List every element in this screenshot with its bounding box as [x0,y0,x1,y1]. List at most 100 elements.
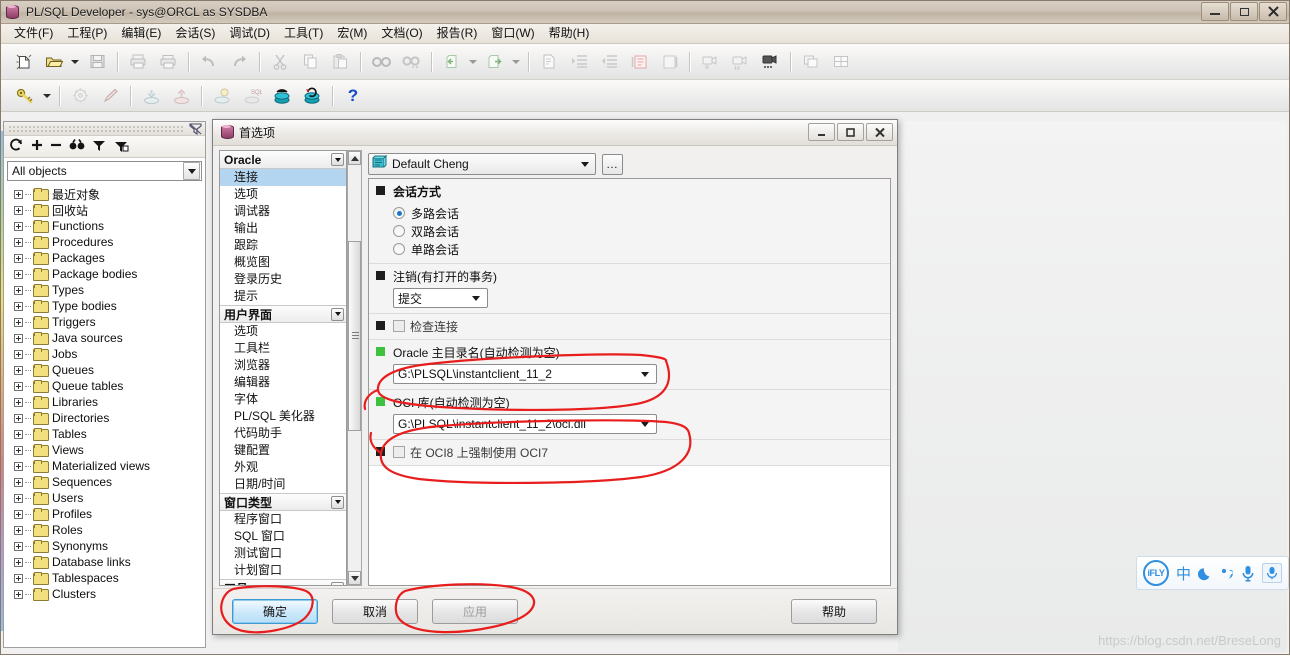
session-select[interactable]: Default Cheng [368,153,596,175]
nav-group-用户界面[interactable]: 用户界面 [220,305,346,323]
open-dropdown-icon[interactable] [69,49,80,75]
nav-item[interactable]: 输出 [220,220,346,237]
chevron-down-icon[interactable] [331,582,344,587]
chevron-down-icon[interactable] [581,162,589,167]
chevron-down-icon[interactable] [183,162,200,180]
microphone-icon[interactable] [1241,565,1255,582]
menu-window[interactable]: 窗口(W) [484,24,541,43]
chevron-down-icon[interactable] [331,153,344,166]
nav-item[interactable]: 选项 [220,186,346,203]
menu-project[interactable]: 工程(P) [60,24,114,43]
expand-icon[interactable] [14,510,23,519]
next-document-dropdown-icon[interactable] [510,49,521,75]
force-oci7-checkbox[interactable]: 在 OCI8 上强制使用 OCI7 [393,444,882,460]
tree-node[interactable]: Types [4,282,205,298]
redo-icon[interactable] [226,49,252,75]
nav-item[interactable]: 连接 [220,169,346,186]
menu-macro[interactable]: 宏(M) [330,24,374,43]
comment-icon[interactable] [626,49,652,75]
expand-icon[interactable] [14,286,23,295]
next-document-icon[interactable] [482,49,508,75]
connect-session-icon[interactable] [269,83,295,109]
expand-icon[interactable] [14,430,23,439]
tree-node[interactable]: Clusters [4,586,205,602]
expand-icon[interactable] [14,446,23,455]
execute-document-icon[interactable] [536,49,562,75]
expand-icon[interactable] [14,190,23,199]
tree-node[interactable]: Tables [4,426,205,442]
nav-item[interactable]: 调试器 [220,203,346,220]
menu-document[interactable]: 文档(O) [374,24,429,43]
menu-debug[interactable]: 调试(D) [222,24,277,43]
sql-session-icon[interactable]: SQL [239,83,265,109]
tree-node[interactable]: 回收站 [4,202,205,218]
expand-icon[interactable] [14,462,23,471]
new-icon[interactable] [11,49,37,75]
apply-button[interactable]: 应用 [432,599,518,624]
minimize-button[interactable] [1201,2,1229,21]
expand-icon[interactable] [14,238,23,247]
commit-icon[interactable] [138,83,164,109]
object-filter-select[interactable]: All objects [7,161,202,181]
expand-icon[interactable] [14,478,23,487]
expand-icon[interactable] [14,398,23,407]
scroll-down-icon[interactable] [348,571,361,585]
tree-node[interactable]: Database links [4,554,205,570]
ok-button[interactable]: 确定 [232,599,318,624]
rollback-icon[interactable] [168,83,194,109]
nav-item[interactable]: 字体 [220,391,346,408]
plus-icon[interactable] [31,139,43,154]
menu-file[interactable]: 文件(F) [7,24,60,43]
scrollbar-thumb[interactable] [348,241,361,431]
tree-node[interactable]: 最近对象 [4,186,205,202]
tree-node[interactable]: Materialized views [4,458,205,474]
scroll-up-icon[interactable] [348,151,361,165]
object-tree[interactable]: 最近对象回收站FunctionsProceduresPackagesPackag… [4,183,205,647]
nav-group-工具[interactable]: 工具 [220,579,346,586]
preferences-nav-scrollbar[interactable] [347,150,362,586]
dialog-minimize-button[interactable] [808,123,835,141]
panel-grip[interactable] [4,122,205,136]
help-question-icon[interactable]: ? [340,83,366,109]
maximize-button[interactable] [1230,2,1258,21]
paste-icon[interactable] [327,49,353,75]
nav-item[interactable]: 概览图 [220,254,346,271]
nav-item[interactable]: 键配置 [220,442,346,459]
tree-node[interactable]: Views [4,442,205,458]
menu-edit[interactable]: 编辑(E) [114,24,168,43]
nav-item[interactable]: 代码助手 [220,425,346,442]
minus-icon[interactable] [50,139,62,154]
expand-icon[interactable] [14,526,23,535]
expand-icon[interactable] [14,318,23,327]
expand-icon[interactable] [14,206,23,215]
outdent-icon[interactable] [596,49,622,75]
cancel-button[interactable]: 取消 [332,599,418,624]
chevron-down-icon[interactable] [331,496,344,509]
expand-icon[interactable] [14,382,23,391]
chevron-down-icon[interactable] [472,296,480,301]
help-button[interactable]: 帮助 [791,599,877,624]
binoculars-icon[interactable] [69,139,85,154]
new-session-icon[interactable] [209,83,235,109]
refresh-icon[interactable] [10,138,24,155]
tree-node[interactable]: Sequences [4,474,205,490]
cut-icon[interactable] [267,49,293,75]
save-icon[interactable] [84,49,110,75]
login-dropdown-icon[interactable] [41,83,52,109]
expand-icon[interactable] [14,302,23,311]
keyboard-icon[interactable] [1262,563,1282,583]
record-macro-icon[interactable] [697,49,723,75]
ifly-logo-icon[interactable]: iFLY [1143,560,1169,586]
reconnect-session-icon[interactable] [299,83,325,109]
logoff-select[interactable]: 提交 [393,288,488,308]
expand-icon[interactable] [14,558,23,567]
expand-icon[interactable] [14,270,23,279]
tree-node[interactable]: Queue tables [4,378,205,394]
cascade-windows-icon[interactable] [798,49,824,75]
tree-node[interactable]: Queues [4,362,205,378]
tree-node[interactable]: Triggers [4,314,205,330]
tree-node[interactable]: Tablespaces [4,570,205,586]
indent-icon[interactable] [566,49,592,75]
expand-icon[interactable] [14,494,23,503]
expand-icon[interactable] [14,590,23,599]
